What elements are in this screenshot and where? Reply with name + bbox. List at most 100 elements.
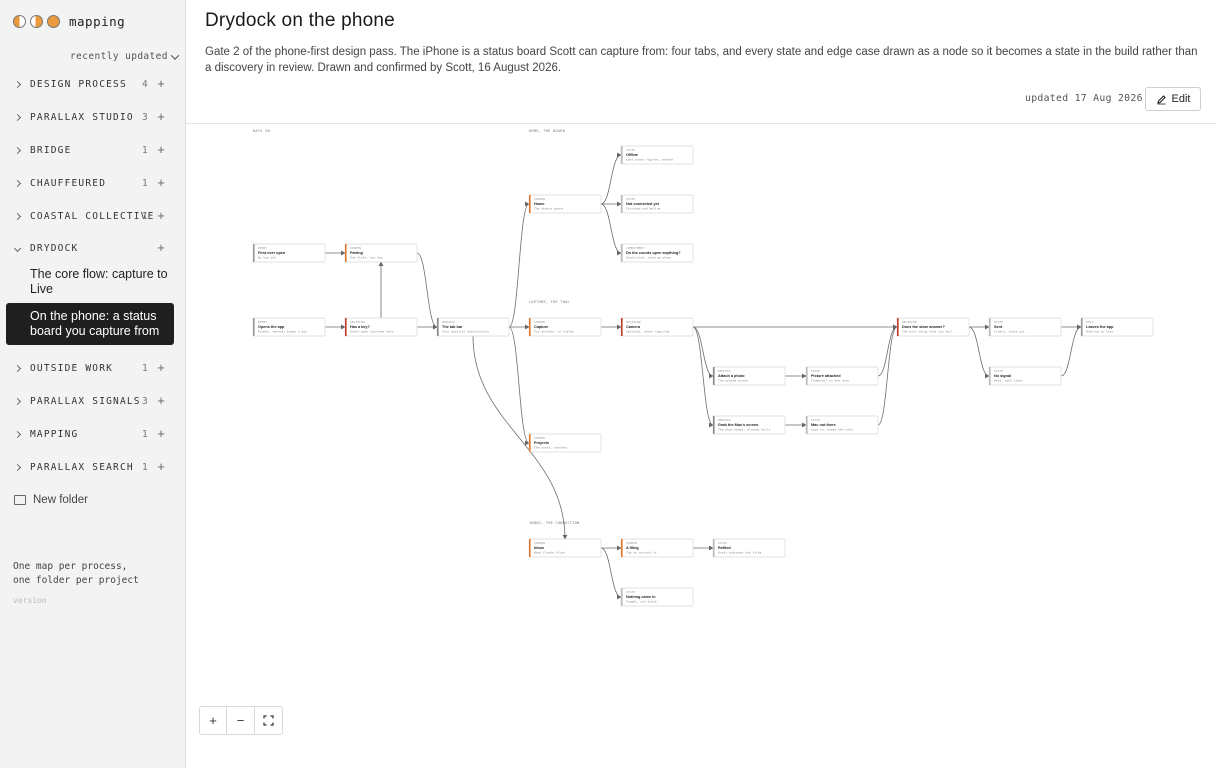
node-kind: STATE: [718, 541, 727, 545]
node-subtitle: Pocket, several times a day: [258, 330, 307, 334]
node-subtitle: Two seconds, no fields: [534, 330, 574, 334]
node-title: Do the counts open anything?: [626, 251, 681, 255]
fit-view-button[interactable]: [255, 706, 283, 735]
map-node[interactable]: DECISIONCameraOptional, never required: [620, 317, 694, 337]
map-node[interactable]: ENTRYOpens the appPocket, several times …: [252, 317, 326, 337]
map-node[interactable]: STATENo signalHeld, sent later: [988, 366, 1062, 386]
node-accent-bar: [806, 367, 808, 385]
folder-count: 1: [142, 428, 148, 440]
map-node[interactable]: SCREENProjectsThe board, stacked: [528, 433, 602, 453]
node-title: The tab bar: [442, 325, 463, 329]
zoom-out-button[interactable]: −: [227, 706, 255, 735]
plus-icon[interactable]: +: [156, 209, 166, 222]
node-title: Inbox: [534, 546, 545, 550]
plus-icon[interactable]: +: [156, 110, 166, 123]
flow-edge: [968, 326, 990, 379]
map-node[interactable]: STATEOfflineLast known figures, marked: [620, 145, 694, 165]
node-accent-bar: [713, 539, 715, 557]
flow-edge: [692, 326, 714, 379]
plus-icon[interactable]: +: [156, 241, 166, 254]
folder-name: CHAUFFEURED: [30, 177, 107, 189]
node-accent-bar: [1081, 318, 1083, 336]
folder-name: OUTSIDE WORK: [30, 362, 114, 374]
node-title: Has a key?: [350, 325, 371, 329]
node-subtitle: The system picker: [718, 379, 749, 383]
map-node[interactable]: STATENothing came inTaught, not blank: [620, 587, 694, 607]
map-node[interactable]: STATESentClears, stays put: [988, 317, 1062, 337]
map-canvas[interactable]: DAYS IN HOME, THE BOARD CAPTURE, THE TOOL I…: [186, 124, 1216, 768]
map-node[interactable]: STATEMac not thereSays so, keeps the not…: [805, 415, 879, 435]
plus-icon[interactable]: +: [156, 394, 166, 407]
node-kind: EXIT: [1086, 320, 1093, 324]
map-node[interactable]: SCREENCaptureTwo seconds, no fields: [528, 317, 602, 337]
node-title: Nothing came in: [626, 595, 656, 599]
brand[interactable]: mapping: [13, 14, 125, 29]
folder-item[interactable]: MAPPING 1 +: [0, 424, 186, 444]
node-title: Capture: [534, 325, 548, 329]
folder-item-drydock[interactable]: DRYDOCK +: [0, 238, 186, 258]
new-folder-button[interactable]: New folder: [14, 494, 88, 506]
plus-icon[interactable]: +: [156, 77, 166, 90]
map-node[interactable]: PROCESSAttach a photoThe system picker: [712, 366, 786, 386]
folder-item[interactable]: DESIGN PROCESS 4 +: [0, 74, 186, 94]
folder-item[interactable]: PARALLAX SIGNALS 3 +: [0, 391, 186, 411]
map-node[interactable]: COMMITMENTDo the counts open anything?Un…: [620, 243, 694, 263]
map-node[interactable]: DECISIONHas a key?Every open launches he…: [344, 317, 418, 337]
zoom-in-button[interactable]: +: [199, 706, 227, 735]
node-accent-bar: [806, 416, 808, 434]
folder-name: DESIGN PROCESS: [30, 78, 127, 90]
node-subtitle: Says so, keeps the note: [811, 428, 853, 432]
folder-name: DRYDOCK: [30, 242, 79, 254]
node-kind: PROCESS: [442, 320, 455, 324]
folder-name: COASTAL COLLECTIVE: [30, 210, 155, 222]
node-accent-bar: [713, 416, 715, 434]
plus-icon[interactable]: +: [156, 361, 166, 374]
map-node[interactable]: STATEPicture attachedThumbnail on the no…: [805, 366, 879, 386]
flow-edge: [692, 326, 714, 428]
map-node[interactable]: EXITLeaves the appNothing to lose: [1080, 317, 1154, 337]
edit-label: Edit: [1171, 93, 1191, 105]
map-node[interactable]: PROCESSGrab the Mac's screenThe what kee…: [712, 415, 786, 435]
map-node[interactable]: SCREENA filingTap to correct it: [620, 538, 694, 558]
flow-edge: [508, 201, 530, 328]
doc-item-active[interactable]: On the phone: a status board you capture…: [6, 303, 174, 345]
lane-label: DAYS IN: [253, 129, 270, 133]
node-kind: SCREEN: [534, 436, 545, 440]
node-kind: COMMITMENT: [626, 246, 644, 250]
folder-item[interactable]: COASTAL COLLECTIVE 1 +: [0, 206, 186, 226]
folder-item[interactable]: BRIDGE 1 +: [0, 140, 186, 160]
map-node[interactable]: SCREENPairingOne field, one key: [344, 243, 418, 263]
folder-item[interactable]: PARALLAX STUDIO 3 +: [0, 107, 186, 127]
map-node[interactable]: DECISIONDoes the store answer?The only t…: [896, 317, 970, 337]
plus-icon[interactable]: +: [156, 460, 166, 473]
plus-icon[interactable]: +: [156, 143, 166, 156]
lane-label: CAPTURE, THE TOOL: [529, 300, 570, 304]
flow-map[interactable]: DAYS IN HOME, THE BOARD CAPTURE, THE TOOL I…: [186, 124, 1216, 768]
map-node[interactable]: SCREENHomeThe status board: [528, 194, 602, 214]
node-subtitle: Taught, not blank: [626, 600, 657, 604]
edit-button[interactable]: Edit: [1145, 87, 1201, 111]
doc-item[interactable]: The core flow: capture to Live: [6, 267, 174, 296]
folder-item[interactable]: OUTSIDE WORK 1 +: [0, 358, 186, 378]
node-kind: DECISION: [902, 320, 917, 324]
node-kind: ENTRY: [258, 246, 267, 250]
map-node[interactable]: SCREENInboxWhat Claude filed: [528, 538, 602, 558]
sort-dropdown[interactable]: recently updated: [70, 50, 180, 62]
plus-icon[interactable]: +: [156, 427, 166, 440]
map-node[interactable]: STATENot connected yetFinished and splin…: [620, 194, 694, 214]
node-kind: STATE: [811, 418, 820, 422]
lane-label: INBOX, THE CONNECTION: [529, 521, 580, 525]
map-node[interactable]: ENTRYFirst ever openNo key yet: [252, 243, 326, 263]
folder-item[interactable]: CHAUFFEURED 1 +: [0, 173, 186, 193]
plus-icon[interactable]: +: [156, 176, 166, 189]
node-kind: SCREEN: [534, 320, 545, 324]
node-subtitle: Every open launches here: [350, 330, 394, 334]
folder-item[interactable]: PARALLAX SEARCH 1 +: [0, 457, 186, 477]
map-node[interactable]: STATERefiledDraft outranks the files: [712, 538, 786, 558]
page-description: Gate 2 of the phone-first design pass. T…: [205, 46, 1198, 74]
chevron-right-icon: [13, 80, 22, 88]
node-subtitle: Held, sent later: [994, 379, 1023, 383]
map-node[interactable]: PROCESSThe tab barFour parallel destinat…: [436, 317, 510, 337]
flow-edge: [877, 324, 898, 426]
node-title: Offline: [626, 153, 638, 157]
